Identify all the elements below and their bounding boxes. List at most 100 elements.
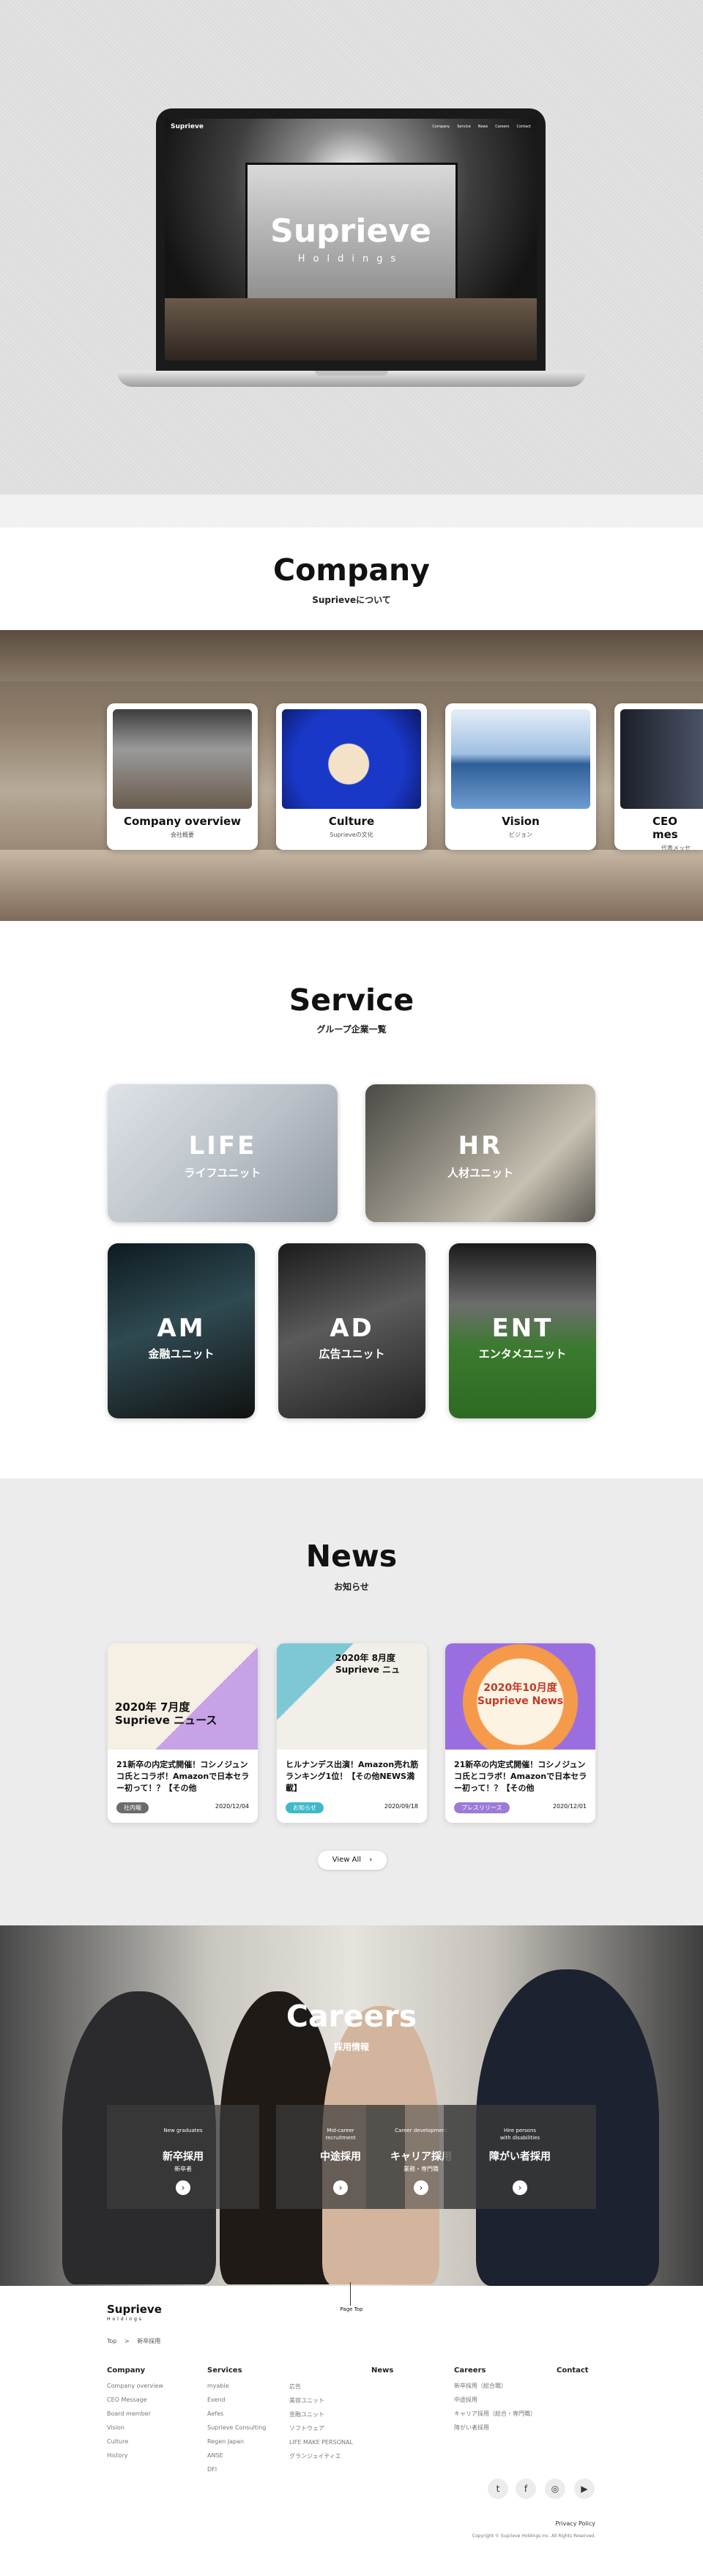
service-card-hr[interactable]: HR 人材ユニット	[365, 1084, 595, 1222]
privacy-policy-link[interactable]: Privacy Policy	[469, 2520, 595, 2527]
arrow-right-icon: ›	[513, 2180, 527, 2195]
screen-nav-company[interactable]: Company	[432, 125, 450, 129]
view-all-button[interactable]: View All ›	[318, 1851, 387, 1870]
footer-link[interactable]: 新卒採用（総合職）	[454, 2379, 535, 2393]
facebook-icon[interactable]: f	[516, 2479, 536, 2499]
ceo-thumb	[620, 709, 703, 809]
footer-heading[interactable]: Services	[207, 2366, 280, 2375]
company-card-sub: Suprieveの文化	[330, 832, 373, 838]
screen-nav: Suprieve Company Service News Careers Co…	[165, 119, 537, 135]
footer-link[interactable]: ソフトウェア	[289, 2421, 370, 2435]
company-card-ceo[interactable]: CEO mes 代表メッセ	[614, 703, 703, 850]
company-card-culture[interactable]: Culture Suprieveの文化	[276, 703, 427, 850]
footer-link[interactable]: Board member	[107, 2407, 187, 2421]
footer-link[interactable]: Exend	[207, 2393, 280, 2407]
footer-col-company: Company Company overview CEO Message Boa…	[107, 2366, 187, 2462]
footer-link[interactable]: キャリア採用（総合・専門職）	[454, 2407, 536, 2421]
breadcrumb: Top > 新卒採用	[107, 2337, 160, 2345]
breadcrumb-current: 新卒採用	[137, 2338, 161, 2344]
screen-nav-news[interactable]: News	[478, 125, 488, 129]
service-title: Service	[289, 982, 414, 1018]
laptop-notch	[315, 371, 388, 376]
footer-link[interactable]: DFI	[207, 2462, 280, 2476]
news-card-tag: プレスリリース	[454, 1802, 510, 1813]
footer-heading[interactable]: News	[371, 2366, 430, 2375]
unit-name: ライフユニット	[184, 1166, 261, 1180]
footer-link[interactable]: Company overview	[107, 2379, 187, 2393]
footer-link[interactable]: LIFE MAKE PERSONAL	[289, 2435, 370, 2449]
screen-nav-contact[interactable]: Contact	[517, 125, 531, 129]
news-subtitle: お知らせ	[334, 1582, 369, 1592]
footer-link[interactable]: 障がい者採用	[454, 2421, 535, 2435]
twitter-icon[interactable]: t	[488, 2479, 508, 2499]
unit-abbr: LIFE	[188, 1131, 257, 1161]
service-card-ent[interactable]: ENT エンタメユニット	[449, 1243, 596, 1418]
arrow-right-icon: ›	[333, 2180, 348, 2195]
news-card-date: 2020/12/04	[215, 1803, 249, 1810]
footer-link[interactable]: Culture	[107, 2435, 187, 2449]
footer-heading[interactable]: Careers	[454, 2366, 535, 2375]
service-card-am[interactable]: AM 金融ユニット	[108, 1243, 255, 1418]
news-thumbnail: 2020年 7月度 Suprieve ニュース	[108, 1643, 258, 1750]
footer-link[interactable]: myable	[207, 2379, 280, 2393]
page-top-link[interactable]: Page Top	[333, 2306, 370, 2312]
footer-heading[interactable]: Company	[107, 2366, 187, 2375]
footer-col-services: Services myable Exend Aefes Suprieve Con…	[207, 2366, 280, 2476]
footer-link[interactable]: 広告	[289, 2380, 370, 2394]
laptop-screen: Suprieve Company Service News Careers Co…	[165, 119, 537, 360]
screen-logo[interactable]: Suprieve	[171, 123, 204, 130]
footer-link[interactable]: History	[107, 2449, 187, 2462]
footer-link[interactable]: Aefes	[207, 2407, 280, 2421]
footer-link[interactable]: Regen Japan	[207, 2435, 280, 2449]
copyright: Copyright © Suprieve Holdings Inc. All R…	[472, 2534, 595, 2539]
news-thumbnail: 2020年 8月度 Suprieve ニュ	[277, 1643, 427, 1750]
footer-col-contact: Contact	[557, 2366, 600, 2375]
news-card-title: 21新卒の内定式開催！コシノジュンコ氏とコラボ！Amazonで日本セラー初って！…	[454, 1760, 587, 1793]
company-card-label: Company overview	[123, 815, 242, 828]
footer-link[interactable]: Vision	[107, 2421, 187, 2435]
careers-card-new-graduates[interactable]: New graduates 新卒採用 新卒者 ›	[107, 2105, 259, 2209]
youtube-icon[interactable]: ▶	[574, 2479, 595, 2499]
news-card[interactable]: 2020年10月度 Suprieve News 21新卒の内定式開催！コシノジュ…	[445, 1643, 595, 1823]
service-card-ad[interactable]: AD 広告ユニット	[278, 1243, 425, 1418]
breadcrumb-top[interactable]: Top	[107, 2338, 117, 2344]
careers-card-disabilities[interactable]: Hire persons with disabilities 障がい者採用 ›	[444, 2105, 596, 2209]
footer-link[interactable]: グランジュイティエ	[289, 2449, 370, 2463]
footer-col-services-more: 広告 美容ユニット 金融ユニット ソフトウェア LIFE MAKE PERSON…	[289, 2366, 370, 2463]
company-card-label: CEO mes	[652, 815, 678, 841]
service-card-life[interactable]: LIFE ライフユニット	[108, 1084, 338, 1222]
careers-card-sub: 新卒者	[174, 2166, 192, 2172]
news-card[interactable]: 2020年 7月度 Suprieve ニュース 21新卒の内定式開催！コシノジュ…	[108, 1643, 258, 1823]
footer-link[interactable]: 中途採用	[454, 2393, 535, 2407]
footer-link[interactable]: Suprieve Consulting	[207, 2421, 280, 2435]
footer-logo[interactable]: Suprieve	[107, 2303, 162, 2316]
news-card-title: ヒルナンデス出演！Amazon売れ筋ランキング1位！【その他NEWS満載】	[286, 1760, 419, 1793]
careers-card-label: 新卒採用	[163, 2151, 204, 2163]
news-card-tag: お知らせ	[286, 1802, 324, 1813]
news-card-title: 21新卒の内定式開催！コシノジュンコ氏とコラボ！Amazonで日本セラー初って！…	[116, 1760, 250, 1793]
instagram-icon[interactable]: ◎	[545, 2479, 565, 2499]
arrow-right-icon: ›	[176, 2180, 190, 2195]
news-card-date: 2020/09/18	[384, 1803, 418, 1810]
screen-nav-service[interactable]: Service	[457, 125, 470, 129]
divider-strip	[0, 495, 703, 528]
footer-link[interactable]: 金融ユニット	[289, 2407, 370, 2421]
unit-name: 広告ユニット	[319, 1347, 385, 1361]
view-all-label: View All	[332, 1856, 362, 1864]
company-card-sub: ビジョン	[509, 832, 532, 838]
mascot-thumb	[282, 709, 421, 809]
company-card-vision[interactable]: Vision ビジョン	[445, 703, 596, 850]
news-card-tag: 社内報	[116, 1802, 149, 1813]
footer-link[interactable]: ANSE	[207, 2449, 280, 2462]
screen-nav-careers[interactable]: Careers	[495, 125, 509, 129]
unit-abbr: AM	[157, 1314, 206, 1343]
unit-name: 人材ユニット	[447, 1166, 513, 1180]
footer-col-careers: Careers 新卒採用（総合職） 中途採用 キャリア採用（総合・専門職） 障が…	[454, 2366, 536, 2435]
careers-card-en: New graduates	[163, 2128, 203, 2133]
company-card-overview[interactable]: Company overview 会社概要	[107, 703, 258, 850]
footer-link[interactable]: 美容ユニット	[289, 2394, 370, 2407]
footer-heading[interactable]: Contact	[557, 2366, 600, 2375]
news-card[interactable]: 2020年 8月度 Suprieve ニュ ヒルナンデス出演！Amazon売れ筋…	[277, 1643, 427, 1823]
footer-link[interactable]: CEO Message	[107, 2393, 187, 2407]
office-entrance-thumb	[113, 709, 252, 809]
